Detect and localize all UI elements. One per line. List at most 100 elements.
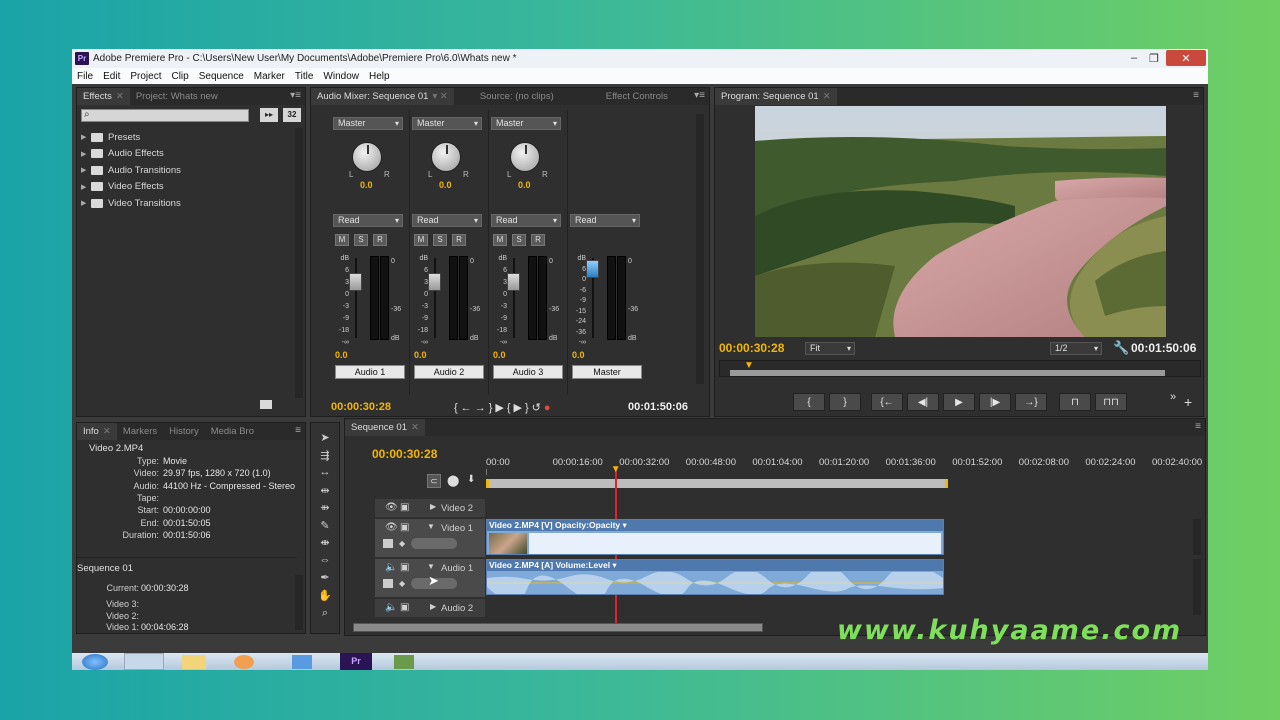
pen-tool-icon[interactable]: ✒ bbox=[317, 571, 333, 584]
rolling-edit-tool-icon[interactable]: ⇹ bbox=[317, 484, 333, 497]
record-button[interactable]: R bbox=[452, 234, 466, 246]
razor-tool-icon[interactable]: ✎ bbox=[317, 519, 333, 532]
mute-button[interactable]: M bbox=[414, 234, 428, 246]
effects-scrollbar[interactable] bbox=[295, 128, 303, 398]
taskbar-premiere-icon[interactable]: Pr bbox=[340, 653, 372, 670]
step-back-button[interactable]: ◀| bbox=[907, 393, 939, 411]
tab-media-browser[interactable]: Media Bro bbox=[205, 423, 260, 440]
ripple-edit-tool-icon[interactable]: ↔ bbox=[317, 466, 333, 478]
folder-video-transitions[interactable]: ▶ Video Transitions bbox=[77, 195, 297, 212]
mute-button[interactable]: M bbox=[335, 234, 349, 246]
expand-icon[interactable]: ▶ bbox=[77, 199, 91, 207]
expand-icon[interactable]: ▶ bbox=[77, 133, 91, 141]
automation-mode-dropdown[interactable]: Read bbox=[491, 214, 561, 227]
automation-mode-dropdown[interactable]: Read bbox=[570, 214, 640, 227]
tab-project[interactable]: Project: Whats new bbox=[130, 88, 224, 105]
play-in-to-out-icon[interactable]: {▶} bbox=[507, 402, 532, 414]
tab-dropdown-icon[interactable]: ▾ ✕ bbox=[432, 91, 447, 102]
mixer-current-timecode[interactable]: 00:00:30:28 bbox=[331, 401, 391, 413]
tab-effect-controls[interactable]: Effect Controls bbox=[600, 88, 674, 105]
folder-video-effects[interactable]: ▶ Video Effects bbox=[77, 179, 297, 196]
mixer-scrollbar[interactable] bbox=[696, 114, 704, 384]
level-value[interactable]: 0.0 bbox=[335, 350, 348, 360]
taskbar-other-icon[interactable] bbox=[394, 655, 414, 669]
solo-button[interactable]: S bbox=[433, 234, 447, 246]
panel-menu-icon[interactable]: ≡ bbox=[1193, 90, 1199, 101]
menu-file[interactable]: File bbox=[72, 71, 98, 82]
work-area-bar[interactable] bbox=[486, 479, 948, 488]
pan-value[interactable]: 0.0 bbox=[360, 180, 373, 190]
tab-effects[interactable]: Effects ✕ bbox=[77, 88, 130, 105]
panel-menu-icon[interactable]: ▾≡ bbox=[694, 90, 705, 101]
pan-knob[interactable] bbox=[510, 142, 540, 172]
pan-knob[interactable] bbox=[352, 142, 382, 172]
volume-fader[interactable] bbox=[586, 260, 599, 278]
menu-project[interactable]: Project bbox=[125, 71, 166, 82]
keyframe-icon[interactable]: ◆ bbox=[399, 579, 405, 588]
tab-sequence-01[interactable]: Sequence 01 ✕ bbox=[345, 419, 425, 436]
pan-knob[interactable] bbox=[431, 142, 461, 172]
button-editor-icon[interactable]: + bbox=[1184, 394, 1192, 410]
timeline-current-timecode[interactable]: 00:00:30:28 bbox=[372, 447, 437, 461]
video-clip[interactable]: Video 2.MP4 [V] Opacity:Opacity ▾ bbox=[486, 519, 944, 555]
minimize-icon[interactable]: – bbox=[1125, 50, 1143, 66]
zoom-tool-icon[interactable]: ⌕ bbox=[317, 607, 333, 620]
record-icon[interactable]: ● bbox=[544, 402, 554, 414]
mute-button[interactable]: M bbox=[493, 234, 507, 246]
folder-audio-transitions[interactable]: ▶ Audio Transitions bbox=[77, 162, 297, 179]
program-zoom-bar[interactable] bbox=[730, 370, 1165, 376]
level-value[interactable]: 0.0 bbox=[493, 350, 506, 360]
tab-program[interactable]: Program: Sequence 01 ✕ bbox=[715, 88, 837, 105]
taskbar-ie-icon[interactable] bbox=[124, 653, 164, 670]
hand-tool-icon[interactable]: ✋ bbox=[317, 589, 333, 602]
collapse-track-icon[interactable]: ▼ bbox=[427, 522, 435, 531]
loop-icon[interactable]: ↺ bbox=[532, 402, 544, 414]
close-tab-icon[interactable]: ✕ bbox=[103, 426, 111, 437]
go-to-in-button[interactable]: {← bbox=[871, 393, 903, 411]
snap-icon[interactable]: ⊂ bbox=[427, 474, 441, 488]
menu-window[interactable]: Window bbox=[318, 71, 364, 82]
solo-button[interactable]: S bbox=[512, 234, 526, 246]
keyframe-nav[interactable] bbox=[411, 538, 457, 549]
track-select-tool-icon[interactable]: ⇶ bbox=[317, 449, 333, 462]
level-value[interactable]: 0.0 bbox=[414, 350, 427, 360]
accelerated-effects-button[interactable]: ▸▸ bbox=[260, 108, 278, 122]
rate-stretch-tool-icon[interactable]: ⇻ bbox=[317, 501, 333, 514]
automation-mode-dropdown[interactable]: Read bbox=[333, 214, 403, 227]
menu-clip[interactable]: Clip bbox=[166, 71, 193, 82]
level-value[interactable]: 0.0 bbox=[572, 350, 585, 360]
close-tab-icon[interactable]: ✕ bbox=[116, 91, 124, 102]
automation-mode-dropdown[interactable]: Read bbox=[412, 214, 482, 227]
more-controls-icon[interactable]: » bbox=[1170, 391, 1176, 403]
record-button[interactable]: R bbox=[373, 234, 387, 246]
32bit-effects-button[interactable]: 32 bbox=[283, 108, 301, 122]
keyframe-icon[interactable]: ◆ bbox=[399, 539, 405, 548]
slide-tool-icon[interactable]: ⇔ bbox=[317, 554, 333, 566]
volume-fader[interactable] bbox=[507, 273, 520, 291]
play-button[interactable]: ▶ bbox=[943, 393, 975, 411]
timeline-horizontal-scrollbar[interactable] bbox=[353, 623, 763, 632]
go-to-out-button[interactable]: →} bbox=[1015, 393, 1047, 411]
add-marker-icon[interactable]: ⬤ bbox=[447, 474, 459, 487]
lock-icon[interactable]: ▣ bbox=[400, 522, 409, 533]
audio-tracks-scrollbar[interactable] bbox=[1193, 559, 1201, 615]
lock-icon[interactable]: ▣ bbox=[400, 562, 409, 573]
selection-tool-icon[interactable]: ➤ bbox=[317, 431, 333, 444]
expand-icon[interactable]: ▶ bbox=[77, 150, 91, 158]
slip-tool-icon[interactable]: ⇼ bbox=[317, 536, 333, 549]
step-forward-button[interactable]: |▶ bbox=[979, 393, 1011, 411]
panel-menu-icon[interactable]: ≡ bbox=[295, 425, 301, 436]
effects-search-input[interactable]: ⌕ bbox=[81, 109, 249, 122]
zoom-level-dropdown[interactable]: Fit bbox=[805, 342, 855, 355]
output-dropdown[interactable]: Master bbox=[491, 117, 561, 130]
collapse-track-icon[interactable]: ▼ bbox=[427, 562, 435, 571]
solo-button[interactable]: S bbox=[354, 234, 368, 246]
expand-icon[interactable]: ▶ bbox=[77, 166, 91, 174]
extract-button[interactable]: ⊓⊓ bbox=[1095, 393, 1127, 411]
lift-button[interactable]: ⊓ bbox=[1059, 393, 1091, 411]
taskbar-explorer-icon[interactable] bbox=[182, 655, 206, 669]
output-dropdown[interactable]: Master bbox=[333, 117, 403, 130]
resolution-dropdown[interactable]: 1/2 bbox=[1050, 342, 1102, 355]
audio-clip[interactable]: Video 2.MP4 [A] Volume:Level ▾ bbox=[486, 559, 944, 595]
new-bin-icon[interactable] bbox=[260, 400, 272, 409]
